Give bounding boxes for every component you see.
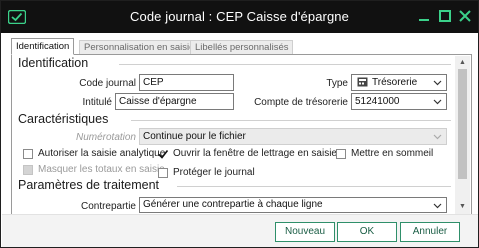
- contrepartie-value: Générer une contrepartie à chaque ligne: [143, 199, 323, 210]
- mettre-en-sommeil-label: Mettre en sommeil: [351, 148, 434, 159]
- compte-tresorerie-value: 51241000: [355, 96, 400, 107]
- annuler-button[interactable]: Annuler: [400, 222, 460, 242]
- code-journal-input[interactable]: CEP: [139, 74, 234, 91]
- type-select[interactable]: Trésorerie: [351, 74, 447, 91]
- calculator-icon: [357, 77, 368, 92]
- nouveau-button[interactable]: Nouveau: [275, 222, 335, 242]
- chevron-down-icon: [433, 80, 442, 86]
- tab-libelles-personnalises[interactable]: Libellés personnalisés: [190, 40, 294, 55]
- scrollbar-thumb[interactable]: [458, 69, 467, 179]
- intitule-input[interactable]: Caisse d'épargne: [115, 93, 234, 110]
- close-icon[interactable]: [458, 9, 472, 23]
- section-divider: [177, 186, 451, 187]
- ouvrir-lettrage-label: Ouvrir la fenêtre de lettrage en saisie: [173, 148, 337, 159]
- numerotation-select: Continue pour le fichier: [139, 128, 447, 145]
- numerotation-label: Numérotation: [75, 132, 136, 143]
- section-caracteristiques-heading: Caractéristiques: [18, 112, 109, 126]
- type-select-value: Trésorerie: [372, 77, 418, 88]
- compte-tresorerie-select[interactable]: 51241000: [351, 93, 447, 110]
- window-title: Code journal : CEP Caisse d'épargne: [130, 9, 349, 24]
- section-traitement-heading: Paramètres de traitement: [18, 178, 160, 192]
- contrepartie-label: Contrepartie: [80, 201, 136, 212]
- type-label: Type: [326, 78, 348, 89]
- dialog-window: Code journal : CEP Caisse d'épargne Iden…: [0, 0, 479, 248]
- ok-button[interactable]: OK: [337, 222, 397, 242]
- section-divider: [131, 120, 451, 121]
- maximize-icon[interactable]: [438, 9, 452, 23]
- minimize-icon[interactable]: [417, 9, 431, 23]
- proteger-journal-label: Protéger le journal: [173, 167, 255, 178]
- numerotation-value: Continue pour le fichier: [143, 131, 246, 142]
- mettre-en-sommeil-checkbox[interactable]: [336, 149, 346, 159]
- checkmark-icon: [158, 150, 169, 159]
- autoriser-analytique-label: Autoriser la saisie analytique: [38, 148, 166, 159]
- contrepartie-select[interactable]: Générer une contrepartie à chaque ligne: [139, 197, 447, 213]
- tab-identification[interactable]: Identification: [11, 38, 75, 55]
- compte-tresorerie-label: Compte de trésorerie: [254, 97, 348, 108]
- section-divider: [119, 64, 451, 65]
- autoriser-analytique-checkbox[interactable]: [23, 149, 33, 159]
- tab-personnalisation-saisie[interactable]: Personnalisation en saisie: [79, 40, 200, 55]
- scroll-down-arrow-icon[interactable]: ▼: [457, 202, 468, 212]
- intitule-label: Intitulé: [82, 97, 112, 108]
- ouvrir-lettrage-checkbox[interactable]: [158, 149, 169, 159]
- proteger-journal-checkbox[interactable]: [158, 168, 168, 178]
- masquer-totaux-checkbox: [23, 165, 33, 175]
- scroll-up-arrow-icon[interactable]: ▲: [457, 58, 468, 68]
- chevron-down-icon: [433, 99, 442, 105]
- code-journal-label: Code journal: [79, 78, 136, 89]
- title-bar[interactable]: Code journal : CEP Caisse d'épargne: [1, 1, 478, 33]
- chevron-down-icon: [433, 134, 442, 140]
- masquer-totaux-label: Masquer les totaux en saisie: [38, 164, 165, 175]
- section-identification-heading: Identification: [18, 56, 89, 70]
- chevron-down-icon: [433, 203, 442, 209]
